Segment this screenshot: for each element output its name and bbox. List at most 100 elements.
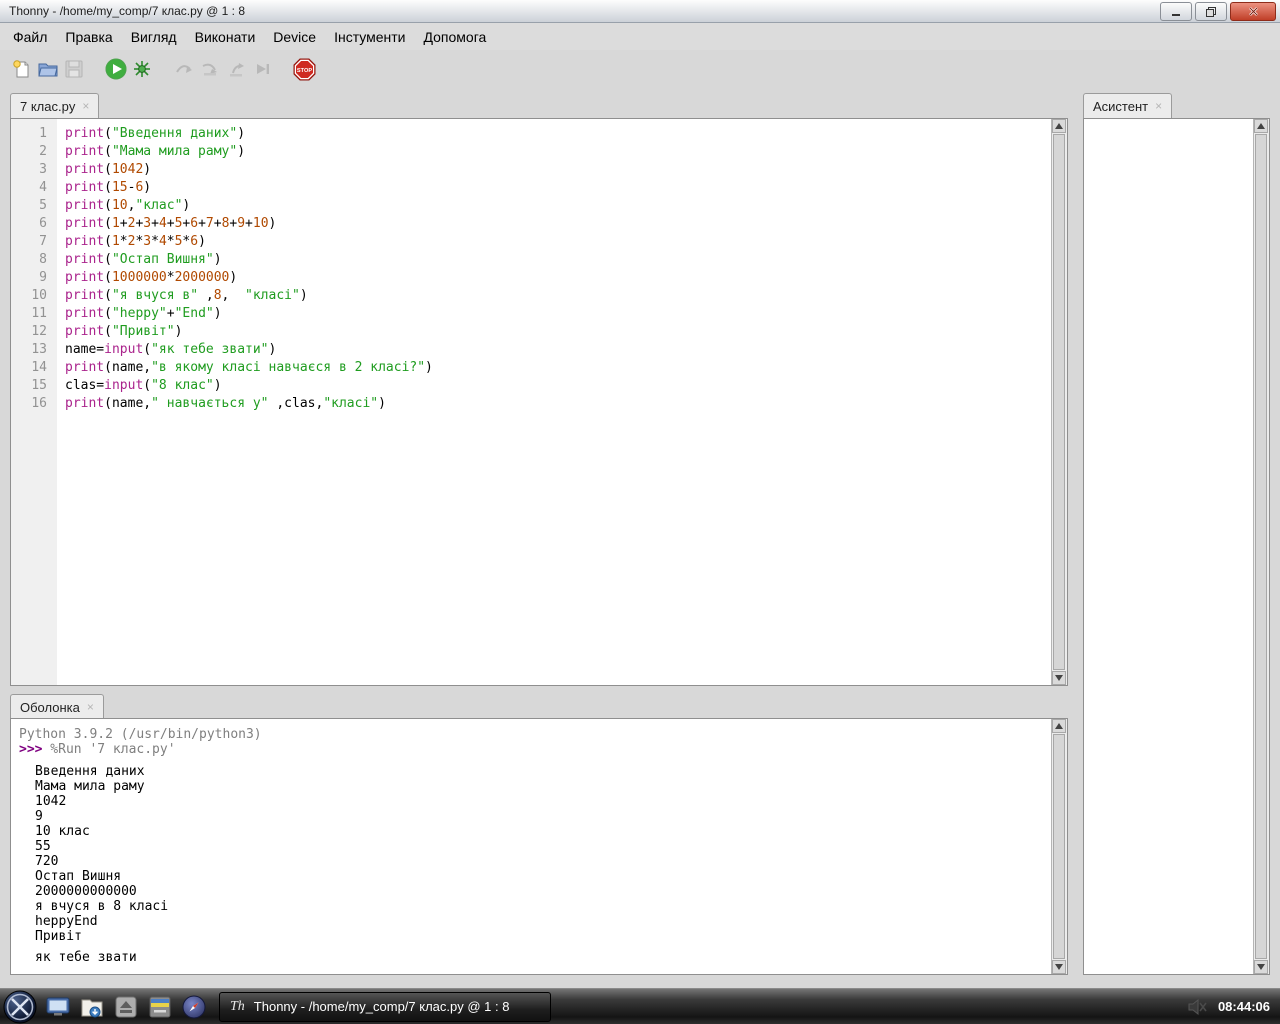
- menu-item-device[interactable]: Device: [264, 25, 325, 49]
- thonny-badge-icon: Th: [230, 999, 245, 1015]
- step-into-button[interactable]: [198, 57, 222, 81]
- code-token: print: [65, 144, 104, 159]
- code-token: print: [65, 198, 104, 213]
- web-browser-launcher[interactable]: [181, 994, 207, 1020]
- debug-button[interactable]: [130, 57, 154, 81]
- code-line[interactable]: print(1000000*2000000): [65, 269, 1052, 287]
- code-token: ): [237, 144, 245, 159]
- menu-item-файл[interactable]: Файл: [4, 25, 56, 49]
- scroll-down-icon[interactable]: [1052, 671, 1066, 685]
- step-out-button[interactable]: [224, 57, 248, 81]
- title-bar: Thonny - /home/my_comp/7 клас.py @ 1 : 8: [0, 0, 1280, 23]
- code-editor[interactable]: 12345678910111213141516 print("Введення …: [10, 118, 1068, 686]
- line-number: 9: [11, 269, 57, 287]
- code-token: ,: [222, 288, 245, 303]
- app-menu-button[interactable]: [3, 990, 37, 1024]
- maximize-button[interactable]: [1195, 2, 1227, 21]
- code-line[interactable]: print(1*2*3*4*5*6): [65, 233, 1052, 251]
- menu-item-вигляд[interactable]: Вигляд: [122, 25, 186, 49]
- code-line[interactable]: print("Остап Вишня"): [65, 251, 1052, 269]
- keyboard-layout-indicator[interactable]: [147, 994, 173, 1020]
- scroll-up-icon[interactable]: [1254, 119, 1268, 133]
- code-token: 3: [143, 216, 151, 231]
- code-line[interactable]: print(15-6): [65, 179, 1052, 197]
- line-number: 11: [11, 305, 57, 323]
- step-out-icon: [227, 60, 245, 78]
- code-line[interactable]: print("Введення даних"): [65, 125, 1052, 143]
- code-line[interactable]: print(1042): [65, 161, 1052, 179]
- menu-item-правка[interactable]: Правка: [56, 25, 121, 49]
- run-button[interactable]: [104, 57, 128, 81]
- code-token: input: [104, 378, 143, 393]
- assistant-scrollbar[interactable]: [1253, 119, 1269, 974]
- code-token: print: [65, 288, 104, 303]
- shell-tab-close-icon[interactable]: ×: [87, 701, 94, 713]
- code-token: 1042: [112, 162, 143, 177]
- editor-scrollbar-thumb[interactable]: [1053, 134, 1065, 670]
- resume-button[interactable]: [250, 57, 274, 81]
- line-number: 4: [11, 179, 57, 197]
- code-line[interactable]: print(1+2+3+4+5+6+7+8+9+10): [65, 215, 1052, 233]
- code-token: ): [143, 180, 151, 195]
- code-token: *: [151, 234, 159, 249]
- line-number: 12: [11, 323, 57, 341]
- terminal-launcher[interactable]: [45, 994, 71, 1020]
- stop-button[interactable]: STOP: [292, 57, 316, 81]
- scroll-up-icon[interactable]: [1052, 119, 1066, 133]
- code-line[interactable]: print("я вчуся в" ,8, "класі"): [65, 287, 1052, 305]
- code-line[interactable]: name=input("як тебе звати"): [65, 341, 1052, 359]
- code-area[interactable]: print("Введення даних")print("Мама мила …: [57, 119, 1052, 685]
- code-line[interactable]: print(name,"в якому класі навчаєся в 2 к…: [65, 359, 1052, 377]
- shell-scrollbar[interactable]: [1051, 719, 1067, 974]
- volume-muted-icon[interactable]: [1188, 999, 1208, 1015]
- scroll-down-icon[interactable]: [1052, 960, 1066, 974]
- tab-editor-file[interactable]: 7 клас.py ×: [10, 93, 99, 118]
- menu-item-допомога[interactable]: Допомога: [415, 25, 496, 49]
- assistant-tab-close-icon[interactable]: ×: [1155, 100, 1162, 112]
- editor-scrollbar[interactable]: [1051, 119, 1067, 685]
- code-token: 6: [190, 234, 198, 249]
- code-line[interactable]: print("Привіт"): [65, 323, 1052, 341]
- code-token: 4: [159, 216, 167, 231]
- assistant-scrollbar-thumb[interactable]: [1255, 134, 1267, 959]
- tab-shell[interactable]: Оболонка ×: [10, 694, 104, 719]
- resume-icon: [253, 60, 271, 78]
- code-line[interactable]: print("heppy"+"End"): [65, 305, 1052, 323]
- code-line[interactable]: print(10,"клас"): [65, 197, 1052, 215]
- code-token: "Мама мила раму": [112, 144, 237, 159]
- open-file-button[interactable]: [36, 57, 60, 81]
- code-token: print: [65, 126, 104, 141]
- scroll-down-icon[interactable]: [1254, 960, 1268, 974]
- tab-assistant[interactable]: Асистент ×: [1083, 93, 1172, 118]
- shell-tab-label: Оболонка: [20, 700, 80, 715]
- menu-item-інстументи[interactable]: Інстументи: [325, 25, 414, 49]
- taskbar-thonny-task[interactable]: Th Thonny - /home/my_comp/7 клас.py @ 1 …: [219, 992, 551, 1022]
- save-file-button[interactable]: [62, 57, 86, 81]
- minimize-button[interactable]: [1160, 2, 1192, 21]
- code-token: ): [214, 378, 222, 393]
- code-token: +: [120, 216, 128, 231]
- code-token: print: [65, 270, 104, 285]
- code-line[interactable]: print("Мама мила раму"): [65, 143, 1052, 161]
- code-token: 1: [112, 216, 120, 231]
- eject-media-button[interactable]: [113, 994, 139, 1020]
- code-line[interactable]: clas=input("8 клас"): [65, 377, 1052, 395]
- monitor-icon: [46, 997, 70, 1017]
- menu-item-виконати[interactable]: Виконати: [186, 25, 265, 49]
- scroll-up-icon[interactable]: [1052, 719, 1066, 733]
- shell-panel[interactable]: Python 3.9.2 (/usr/bin/python3) >>> %Run…: [10, 718, 1068, 975]
- window-title: Thonny - /home/my_comp/7 клас.py @ 1 : 8: [0, 4, 245, 18]
- shell-body[interactable]: Python 3.9.2 (/usr/bin/python3) >>> %Run…: [11, 719, 1052, 974]
- code-token: " навчається у": [151, 396, 268, 411]
- shell-prompt: >>>: [19, 742, 42, 757]
- code-token: (: [104, 126, 112, 141]
- step-over-button[interactable]: [172, 57, 196, 81]
- close-button[interactable]: [1230, 2, 1276, 21]
- file-manager-launcher[interactable]: [79, 994, 105, 1020]
- editor-tab-close-icon[interactable]: ×: [82, 100, 89, 112]
- code-token: *: [167, 270, 175, 285]
- shell-output-line: 1042: [19, 794, 1052, 809]
- new-file-button[interactable]: [10, 57, 34, 81]
- code-line[interactable]: print(name," навчається у" ,clas,"класі"…: [65, 395, 1052, 413]
- shell-scrollbar-thumb[interactable]: [1053, 734, 1065, 959]
